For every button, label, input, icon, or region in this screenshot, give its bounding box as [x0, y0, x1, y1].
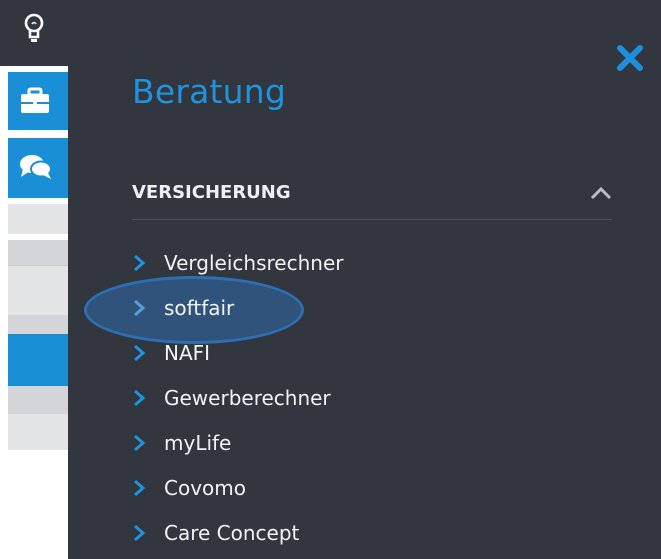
- chat-tile[interactable]: [8, 138, 68, 198]
- menu-item-label: myLife: [164, 430, 232, 455]
- chevron-right-icon: [134, 524, 146, 541]
- menu-item-care-concept[interactable]: Care Concept: [132, 510, 343, 555]
- background-app: [0, 0, 68, 559]
- briefcase-icon: [21, 87, 49, 113]
- menu-item-vergleichsrechner[interactable]: Vergleichsrechner: [132, 240, 343, 285]
- chevron-right-icon: [134, 254, 146, 271]
- menu-item-label: Vergleichsrechner: [164, 250, 344, 275]
- chevron-right-icon: [134, 479, 146, 496]
- menu-item-gewerberechner[interactable]: Gewerberechner: [132, 375, 343, 420]
- close-icon: [617, 45, 643, 71]
- lightbulb-button[interactable]: [22, 12, 46, 46]
- panel-title: Beratung: [132, 72, 287, 111]
- menu-item-covomo[interactable]: Covomo: [132, 465, 343, 510]
- briefcase-tile[interactable]: [8, 72, 68, 130]
- menu-item-softfair[interactable]: softfair: [132, 285, 343, 330]
- menu-item-mylife[interactable]: myLife: [132, 420, 343, 465]
- menu-item-nafi[interactable]: NAFI: [132, 330, 343, 375]
- chevron-right-icon: [134, 389, 146, 406]
- background-row: [8, 386, 68, 414]
- background-row: [8, 414, 68, 450]
- background-row: [8, 265, 68, 315]
- lightbulb-icon: [24, 13, 44, 42]
- section-label: VERSICHERUNG: [132, 182, 291, 203]
- background-row: [8, 315, 68, 334]
- chevron-up-icon: [590, 186, 612, 200]
- section-versicherung[interactable]: VERSICHERUNG: [132, 172, 612, 220]
- background-row: [8, 240, 68, 265]
- chat-icon: [20, 155, 52, 179]
- chevron-right-icon: [134, 434, 146, 451]
- chevron-right-icon: [134, 299, 146, 316]
- menu-item-label: softfair: [164, 295, 235, 320]
- versicherung-menu: Vergleichsrechner softfair NAFI Gewerber…: [132, 240, 343, 555]
- menu-item-label: NAFI: [164, 340, 211, 365]
- chevron-right-icon: [134, 344, 146, 361]
- menu-item-label: Covomo: [164, 475, 246, 500]
- background-row: [8, 204, 68, 234]
- close-button[interactable]: [616, 44, 644, 72]
- top-bar: [0, 0, 661, 66]
- menu-item-label: Gewerberechner: [164, 385, 331, 410]
- menu-item-label: Care Concept: [164, 520, 300, 545]
- background-selected-row: [8, 334, 68, 386]
